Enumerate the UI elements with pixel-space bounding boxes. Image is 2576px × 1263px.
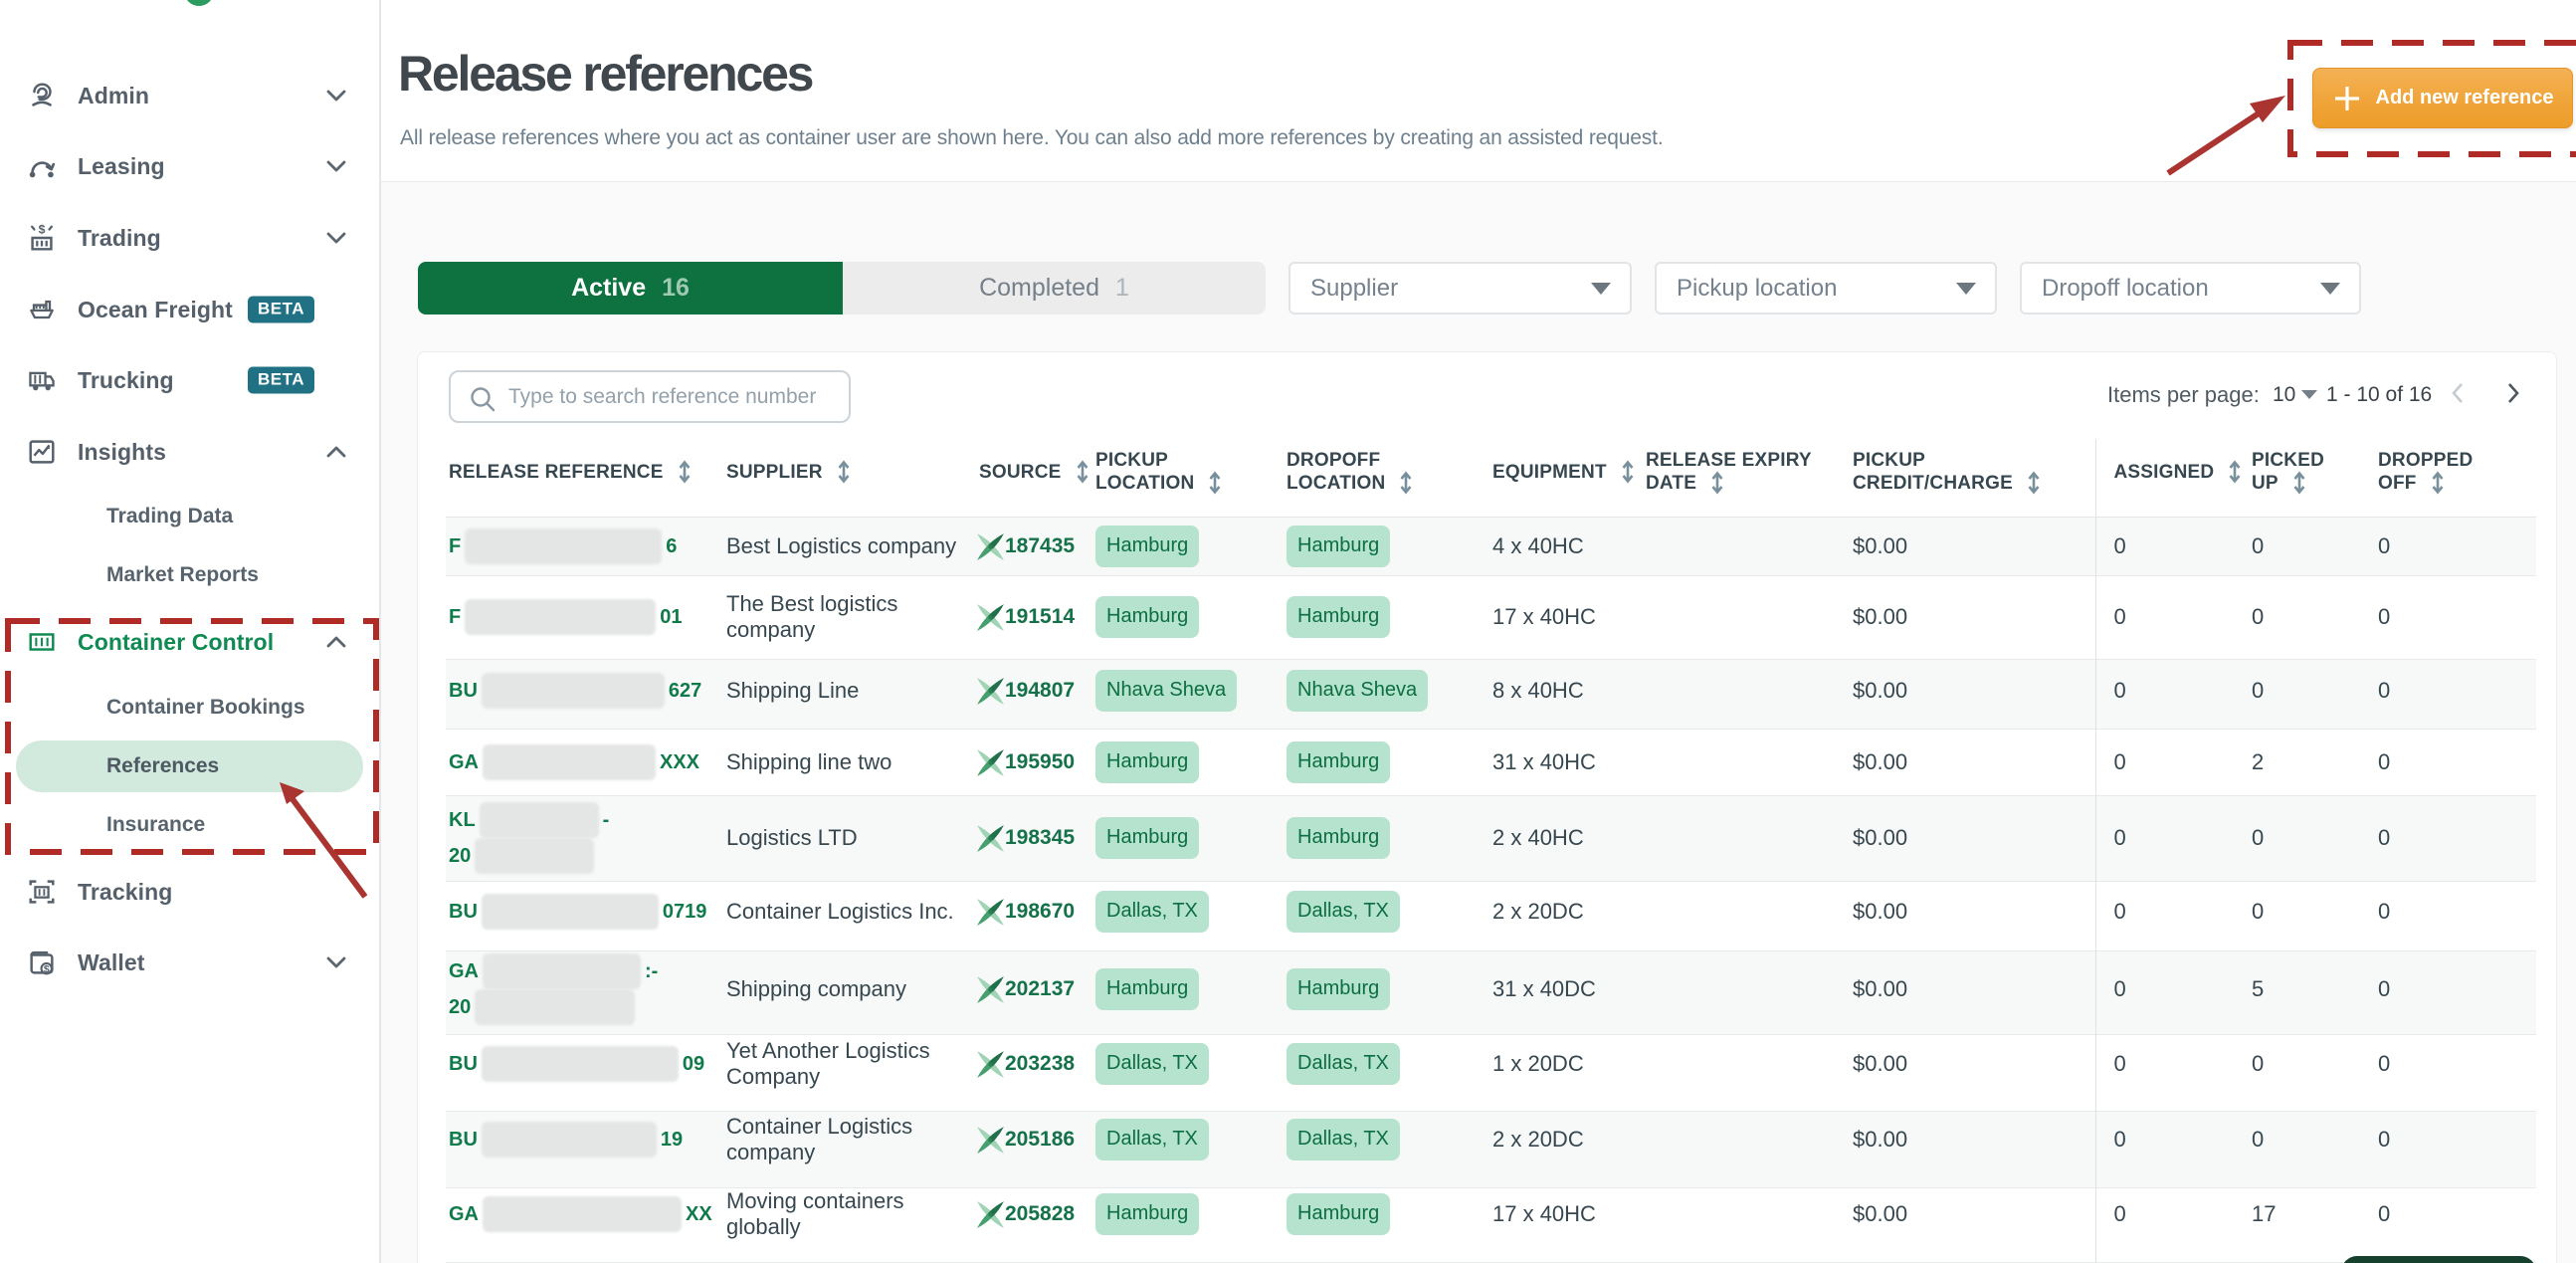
svg-text:$: $ <box>39 222 46 236</box>
svg-text:$: $ <box>44 964 50 975</box>
